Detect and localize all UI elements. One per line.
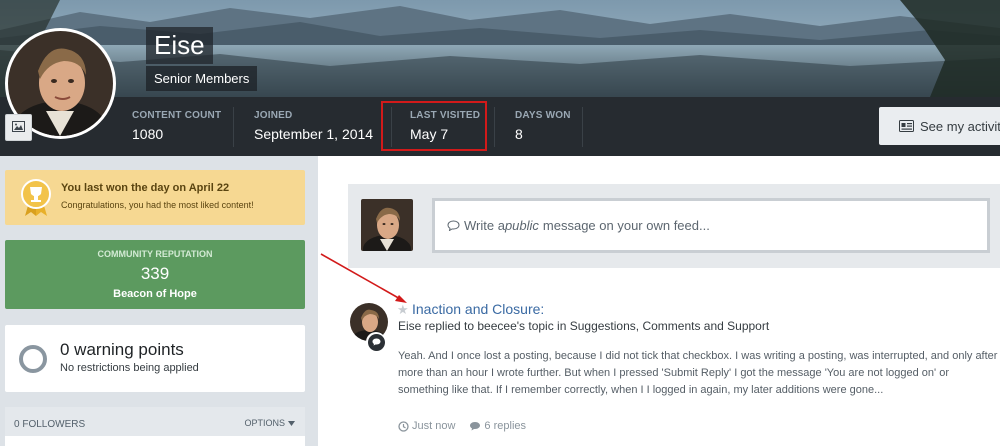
warning-card: 0 warning points No restrictions being a… <box>5 325 305 392</box>
member-group: Senior Members <box>146 66 258 91</box>
stat-value: September 1, 2014 <box>254 126 374 142</box>
caret-down-icon <box>288 418 295 428</box>
feed-item-title-link[interactable]: Inaction and Closure: <box>412 301 544 317</box>
annotation-highlight-box <box>381 101 487 151</box>
stat-label: JOINED <box>254 110 293 121</box>
status-update-input[interactable]: Write a public message on your own feed.… <box>432 198 990 253</box>
reputation-title: Beacon of Hope <box>113 288 197 300</box>
feed-item-snippet: Yeah. And I once lost a posting, because… <box>398 350 998 396</box>
time-label: Just now <box>412 420 456 432</box>
stat-label: DAYS WON <box>515 110 571 121</box>
feed-item-time[interactable]: Just now <box>398 420 455 432</box>
newspaper-icon <box>899 120 914 132</box>
feed-item-type-badge <box>366 332 386 352</box>
placeholder-pre: Write a <box>464 218 505 233</box>
stat-divider <box>582 107 583 147</box>
comment-icon <box>469 421 481 431</box>
day-won-subtitle: Congratulations, you had the most liked … <box>61 200 254 210</box>
composer-avatar <box>361 199 413 251</box>
stat-value[interactable]: 1080 <box>132 126 163 142</box>
replies-label: 6 replies <box>484 420 526 432</box>
reputation-value: 339 <box>140 264 170 283</box>
followers-list <box>5 436 305 446</box>
profile-name: Eise <box>146 27 213 64</box>
options-label: OPTIONS <box>244 418 285 428</box>
stat-value[interactable]: 8 <box>515 126 523 142</box>
reputation-card[interactable]: COMMUNITY REPUTATION 339 Beacon of Hope <box>5 240 305 309</box>
followers-options-button[interactable]: OPTIONS <box>244 418 295 428</box>
see-my-activity-button[interactable]: See my activity <box>879 107 1000 145</box>
image-icon <box>12 119 25 137</box>
day-won-card: You last won the day on April 22 Congrat… <box>5 170 305 225</box>
placeholder-em: public <box>504 218 539 233</box>
comment-icon <box>372 333 381 351</box>
stat-divider <box>494 107 495 147</box>
warning-ring-icon <box>19 345 47 373</box>
warning-status: No restrictions being applied <box>60 362 199 374</box>
reputation-label: COMMUNITY REPUTATION <box>97 249 213 259</box>
day-won-title: You last won the day on April 22 <box>61 182 230 194</box>
stat-divider <box>233 107 234 147</box>
warning-points: 0 warning points <box>60 340 184 359</box>
clock-icon <box>398 420 409 432</box>
placeholder-post: message on your own feed... <box>542 218 710 233</box>
trophy-icon <box>17 178 55 223</box>
feed-item-meta: Eise replied to beecee's topic in Sugges… <box>398 319 770 333</box>
comment-bubble-icon <box>447 220 460 231</box>
followers-count: 0 FOLLOWERS <box>14 419 86 430</box>
feed-item-replies[interactable]: 6 replies <box>469 420 526 432</box>
change-cover-photo-button[interactable] <box>5 114 32 141</box>
stat-label: CONTENT COUNT <box>132 110 222 121</box>
star-icon: ★ <box>397 302 409 317</box>
feed-item-footer: Just now 6 replies <box>398 420 526 432</box>
see-my-activity-label: See my activity <box>920 118 1000 134</box>
